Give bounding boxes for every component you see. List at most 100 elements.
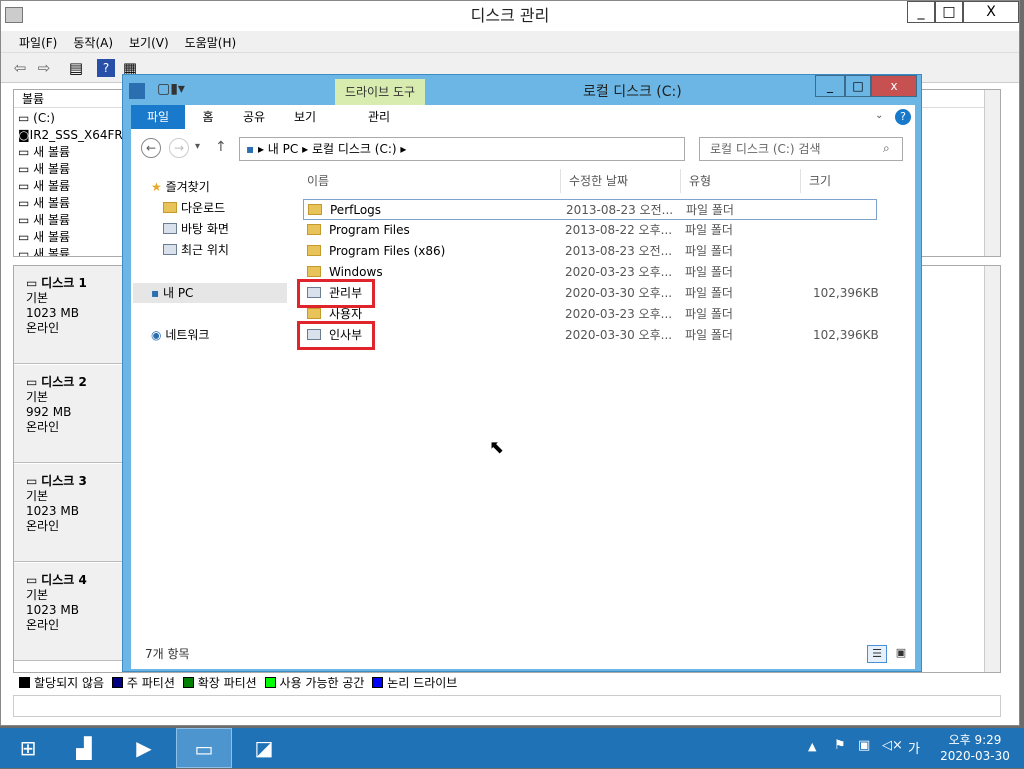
nav-downloads[interactable]: 다운로드: [163, 198, 225, 218]
powershell-icon[interactable]: ▶: [116, 728, 172, 768]
file-row[interactable]: Program Files 2013-08-22 오후... 파일 폴더: [303, 220, 877, 241]
maximize-button[interactable]: □: [935, 1, 963, 23]
details-view-icon[interactable]: ☰: [867, 645, 887, 663]
folder-icon: [307, 266, 321, 277]
volume-row[interactable]: ▭ 새 볼륨: [18, 144, 70, 161]
tab-view[interactable]: 보기: [277, 105, 333, 129]
back-button[interactable]: ←: [141, 138, 161, 158]
nav-favorites[interactable]: ★ 즐겨찾기: [151, 177, 210, 197]
clock[interactable]: 오후 9:29 2020-03-30: [930, 732, 1020, 764]
ime-indicator[interactable]: 가: [908, 738, 920, 757]
volume-row[interactable]: ▭ 새 볼륨: [18, 229, 70, 246]
search-input[interactable]: 로컬 디스크 (C:) 검색: [699, 137, 903, 161]
tab-share[interactable]: 공유: [231, 105, 277, 129]
volume-muted-icon[interactable]: ◁×: [882, 738, 903, 753]
file-row[interactable]: Program Files (x86) 2013-08-23 오전... 파일 폴…: [303, 241, 877, 262]
file-row[interactable]: PerfLogs 2013-08-23 오전... 파일 폴더: [303, 199, 877, 220]
minimize-button[interactable]: _: [907, 1, 935, 23]
volume-scrollbar[interactable]: [984, 90, 1000, 256]
disk-1[interactable]: ▭ 디스크 1 기본 1023 MB 온라인: [14, 266, 124, 364]
forward-button[interactable]: →: [169, 138, 189, 158]
app-icon: [5, 7, 23, 23]
folder-icon: [307, 308, 321, 319]
volume-row[interactable]: ▭ 새 볼륨: [18, 161, 70, 178]
disk-4[interactable]: ▭ 디스크 4 기본 1023 MB 온라인: [14, 563, 124, 661]
disk-3[interactable]: ▭ 디스크 3 기본 1023 MB 온라인: [14, 464, 124, 562]
volume-row[interactable]: ◙IR2_SSS_X64FRE: [18, 127, 130, 144]
file-row[interactable]: 인사부 2020-03-30 오후... 파일 폴더 102,396KB: [303, 325, 879, 346]
volume-row[interactable]: ▭ 새 볼륨: [18, 246, 70, 256]
network-status-icon[interactable]: ▣: [858, 738, 870, 753]
explorer-app-icon: [129, 83, 145, 99]
highlight-box-gwanlibu: [297, 279, 375, 308]
search-icon: ⌕: [883, 141, 890, 155]
explorer-close-button[interactable]: x: [871, 75, 917, 97]
disk-icon: ▭: [26, 573, 42, 587]
taskbar: ⊞ ▟ ▶ ▭ ◪ ▲ ⚑ ▣ ◁× 가 오후 9:29 2020-03-30: [0, 728, 1024, 768]
nav-network[interactable]: ◉ 네트워크: [151, 325, 209, 345]
volume-row[interactable]: ▭ 새 볼륨: [18, 195, 70, 212]
file-row[interactable]: 관리부 2020-03-30 오후... 파일 폴더 102,396KB: [303, 283, 879, 304]
star-icon: ★: [151, 180, 162, 194]
recent-icon: [163, 244, 177, 255]
action-center-flag-icon[interactable]: ⚑: [834, 738, 846, 753]
explorer-status-bar: 7개 항목 ☰ ▣: [131, 639, 915, 669]
disk-management-icon[interactable]: ◪: [236, 728, 292, 768]
quick-access-icon[interactable]: ▢▮▾: [157, 81, 185, 97]
recent-locations-icon[interactable]: ▾: [195, 141, 200, 152]
network-icon: ◉: [151, 328, 162, 342]
nav-this-pc[interactable]: ▪ 내 PC: [133, 283, 287, 303]
explorer-window: ▢▮▾ 드라이브 도구 로컬 디스크 (C:) _ □ x 파일 홈 공유 보기…: [122, 74, 922, 672]
nav-recent[interactable]: 최근 위치: [163, 240, 229, 260]
expand-ribbon-icon[interactable]: ⌄: [875, 109, 889, 123]
menu-action[interactable]: 동작(A): [65, 31, 121, 54]
downloads-icon: [163, 202, 177, 213]
disk-scrollbar[interactable]: [984, 266, 1000, 672]
tab-file[interactable]: 파일: [131, 105, 185, 129]
column-size[interactable]: 크기: [801, 169, 881, 193]
disk-icon: ▭: [26, 276, 42, 290]
file-row[interactable]: 사용자 2020-03-23 오후... 파일 폴더: [303, 304, 877, 325]
drive-tools-tab: 드라이브 도구: [335, 79, 425, 105]
explorer-minimize-button[interactable]: _: [815, 75, 845, 97]
server-manager-icon[interactable]: ▟: [56, 728, 112, 768]
mouse-cursor-icon: ⬉: [489, 437, 505, 458]
pc-icon: ▪: [246, 142, 255, 156]
folder-icon: [308, 204, 322, 215]
disk-2[interactable]: ▭ 디스크 2 기본 992 MB 온라인: [14, 365, 124, 463]
navigation-pane: ★ 즐겨찾기 다운로드 바탕 화면 최근 위치 ▪ 내 PC ◉ 네트워크: [131, 169, 289, 639]
legend-swatch: [372, 677, 384, 688]
close-button[interactable]: X: [963, 1, 1019, 23]
column-date[interactable]: 수정한 날짜: [561, 169, 681, 193]
legend-swatch: [264, 677, 276, 688]
nav-desktop[interactable]: 바탕 화면: [163, 219, 229, 239]
pc-icon: ▪: [151, 286, 160, 300]
volume-row[interactable]: ▭ 새 볼륨: [18, 212, 70, 229]
file-row[interactable]: Windows 2020-03-23 오후... 파일 폴더: [303, 262, 877, 283]
legend: 할당되지 않음 주 파티션 확장 파티션 사용 가능한 공간 논리 드라이브: [13, 673, 1001, 693]
tab-home[interactable]: 홈: [185, 105, 231, 129]
help-icon[interactable]: ?: [895, 109, 911, 125]
menu-help[interactable]: 도움말(H): [177, 31, 245, 54]
volume-row[interactable]: ▭ (C:): [18, 110, 55, 127]
start-button[interactable]: ⊞: [0, 728, 56, 768]
menu-file[interactable]: 파일(F): [11, 31, 65, 54]
help-icon[interactable]: ?: [97, 59, 115, 77]
up-arrow-icon[interactable]: ↑: [215, 139, 227, 155]
explorer-maximize-button[interactable]: □: [845, 75, 871, 97]
large-icons-view-icon[interactable]: ▣: [891, 645, 911, 663]
address-bar[interactable]: ▪ ▸ 내 PC ▸ 로컬 디스크 (C:) ▸: [239, 137, 685, 161]
console-tree-icon[interactable]: ▤: [67, 59, 85, 77]
volume-row[interactable]: ▭ 새 볼륨: [18, 178, 70, 195]
show-hidden-icons-icon[interactable]: ▲: [808, 740, 816, 753]
desktop-icon: [163, 223, 177, 234]
file-explorer-icon[interactable]: ▭: [176, 728, 232, 768]
folder-icon: [307, 245, 321, 256]
menu-bar: 파일(F) 동작(A) 보기(V) 도움말(H): [1, 31, 1019, 53]
tab-manage[interactable]: 관리: [337, 105, 421, 129]
column-name[interactable]: 이름: [299, 169, 561, 193]
forward-arrow-icon[interactable]: ⇨: [35, 59, 53, 77]
column-type[interactable]: 유형: [681, 169, 801, 193]
back-arrow-icon[interactable]: ⇦: [11, 59, 29, 77]
menu-view[interactable]: 보기(V): [121, 31, 177, 54]
